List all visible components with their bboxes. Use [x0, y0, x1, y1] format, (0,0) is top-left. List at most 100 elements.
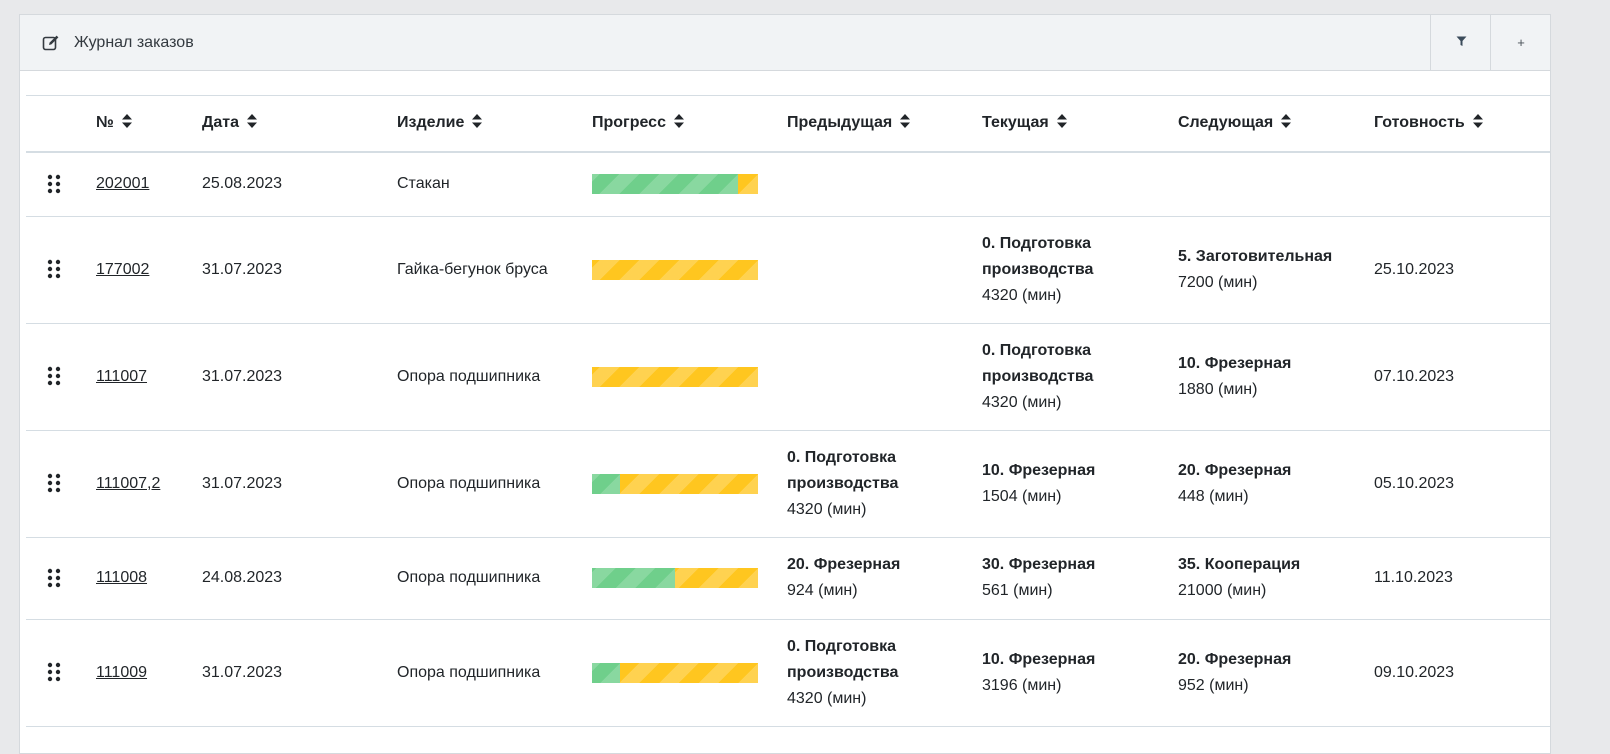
current-operation-time: 4320 (мин)	[982, 286, 1062, 304]
drag-cell	[26, 537, 96, 620]
progress-remaining-segment	[592, 259, 758, 280]
progress-cell	[592, 619, 787, 727]
next-operation-name: 20. Фрезерная	[1178, 461, 1292, 479]
progress-remaining-segment	[592, 366, 758, 387]
progress-remaining-segment	[738, 174, 758, 195]
table-row[interactable]: 177002 31.07.2023 Гайка-бегунок бруса 0.…	[26, 216, 1550, 324]
sort-icon	[472, 114, 483, 133]
column-header-number[interactable]: №	[96, 95, 202, 153]
progress-remaining-segment	[620, 473, 758, 494]
product-cell: Опора подшипника	[397, 619, 592, 727]
progress-remaining-segment	[675, 568, 758, 588]
table-row[interactable]: 111009 31.07.2023 Опора подшипника 0. По…	[26, 619, 1550, 727]
drag-handle-icon[interactable]	[46, 259, 62, 279]
ready-cell: 05.10.2023	[1374, 430, 1550, 538]
sort-icon	[247, 114, 258, 133]
column-header-next[interactable]: Следующая	[1178, 95, 1374, 153]
next-cell: 35. Кооперация 21000 (мин)	[1178, 537, 1374, 620]
column-header-ready[interactable]: Готовность	[1374, 95, 1550, 153]
column-header-date[interactable]: Дата	[202, 95, 397, 153]
sort-icon	[900, 114, 911, 133]
current-operation-name: 0. Подготовка производства	[982, 341, 1094, 385]
drag-cell	[26, 216, 96, 324]
order-number-cell: 111008	[96, 537, 202, 620]
column-header-progress[interactable]: Прогресс	[592, 95, 787, 153]
drag-handle-icon[interactable]	[46, 473, 62, 493]
table-row[interactable]: 111008 24.08.2023 Опора подшипника 20. Ф…	[26, 537, 1550, 620]
product-cell: Стакан	[397, 152, 592, 217]
drag-handle-icon[interactable]	[46, 174, 62, 194]
current-operation-time: 3196 (мин)	[982, 676, 1062, 694]
table-row[interactable]: 111007,2 31.07.2023 Опора подшипника 0. …	[26, 430, 1550, 538]
order-number-link[interactable]: 177002	[96, 261, 149, 278]
current-operation-name: 0. Подготовка производства	[982, 234, 1094, 278]
current-cell: 0. Подготовка производства 4320 (мин)	[982, 216, 1178, 324]
progress-bar	[592, 366, 758, 387]
drag-cell	[26, 152, 96, 217]
order-number-link[interactable]: 111009	[96, 664, 147, 681]
table-header-row: № Дата Изделие Прогресс Предыдущая Текущ…	[26, 95, 1550, 153]
order-number-cell: 177002	[96, 216, 202, 324]
date-cell: 31.07.2023	[202, 430, 397, 538]
ready-cell: 25.10.2023	[1374, 216, 1550, 324]
previous-operation-name: 20. Фрезерная	[787, 556, 901, 573]
drag-column-header	[26, 95, 96, 153]
previous-cell	[787, 216, 982, 324]
order-number-link[interactable]: 111007,2	[96, 475, 160, 492]
next-operation-time: 21000 (мин)	[1178, 582, 1267, 599]
date-cell: 25.08.2023	[202, 152, 397, 217]
orders-table: № Дата Изделие Прогресс Предыдущая Текущ…	[26, 95, 1550, 737]
ready-cell: 07.10.2023	[1374, 323, 1550, 431]
current-operation-time: 1504 (мин)	[982, 487, 1062, 505]
progress-done-segment	[592, 174, 739, 195]
next-cell: 10. Фрезерная 1880 (мин)	[1178, 323, 1374, 431]
add-button[interactable]: +	[1490, 15, 1550, 70]
current-cell: 30. Фрезерная 561 (мин)	[982, 537, 1178, 620]
sort-icon	[1056, 114, 1067, 133]
next-cell	[1178, 152, 1374, 217]
next-cell: 5. Заготовительная 7200 (мин)	[1178, 216, 1374, 324]
drag-handle-icon[interactable]	[46, 366, 62, 386]
order-number-link[interactable]: 111007	[96, 368, 147, 385]
sort-icon	[673, 114, 684, 133]
current-operation-name: 30. Фрезерная	[982, 556, 1096, 573]
date-cell: 31.07.2023	[202, 619, 397, 727]
progress-cell	[592, 537, 787, 620]
previous-operation-time: 924 (мин)	[787, 582, 858, 599]
progress-done-segment	[592, 568, 675, 588]
ready-cell: 09.10.2023	[1374, 619, 1550, 727]
table-row-partial	[26, 726, 1550, 737]
ready-cell	[1374, 152, 1550, 217]
progress-done-segment	[592, 662, 621, 683]
edit-icon	[42, 34, 60, 52]
date-cell: 31.07.2023	[202, 216, 397, 324]
previous-operation-name: 0. Подготовка производства	[787, 448, 899, 492]
next-cell: 20. Фрезерная 448 (мин)	[1178, 430, 1374, 538]
table-body: 202001 25.08.2023 Стакан 177002 31.07.20…	[26, 152, 1550, 737]
table-row[interactable]: 111007 31.07.2023 Опора подшипника 0. По…	[26, 323, 1550, 431]
filter-button[interactable]	[1430, 15, 1491, 70]
drag-handle-icon[interactable]	[46, 568, 62, 588]
order-number-cell: 111009	[96, 619, 202, 727]
progress-cell	[592, 216, 787, 324]
order-number-link[interactable]: 111008	[96, 569, 147, 586]
card-header: Журнал заказов +	[20, 15, 1550, 71]
drag-cell	[26, 619, 96, 727]
order-number-cell: 111007	[96, 323, 202, 431]
column-header-current[interactable]: Текущая	[982, 95, 1178, 153]
column-header-product[interactable]: Изделие	[397, 95, 592, 153]
table-row[interactable]: 202001 25.08.2023 Стакан	[26, 152, 1550, 217]
order-number-link[interactable]: 202001	[96, 175, 149, 192]
order-number-cell: 202001	[96, 152, 202, 217]
column-header-previous[interactable]: Предыдущая	[787, 95, 982, 153]
current-operation-time: 4320 (мин)	[982, 393, 1062, 411]
date-cell: 31.07.2023	[202, 323, 397, 431]
previous-cell	[787, 152, 982, 217]
current-operation-name: 10. Фрезерная	[982, 650, 1096, 668]
next-operation-time: 952 (мин)	[1178, 676, 1249, 694]
previous-cell	[787, 323, 982, 431]
next-operation-time: 7200 (мин)	[1178, 273, 1258, 291]
current-cell: 0. Подготовка производства 4320 (мин)	[982, 323, 1178, 431]
drag-handle-icon[interactable]	[46, 662, 62, 682]
product-cell: Опора подшипника	[397, 323, 592, 431]
